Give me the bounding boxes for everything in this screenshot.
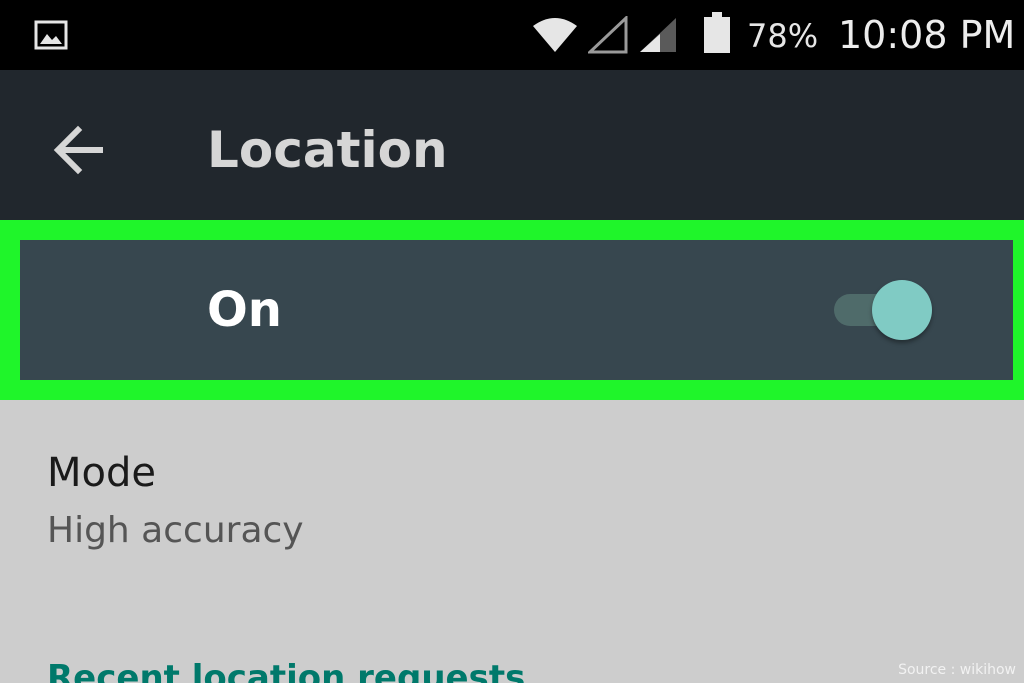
app-bar: Location (0, 70, 1024, 220)
battery-icon (704, 12, 730, 53)
watermark: Source : wikihow (898, 662, 1016, 678)
battery-percent: 78% (747, 17, 819, 55)
arrow-left-icon (53, 125, 103, 175)
location-toggle-switch[interactable] (832, 280, 936, 340)
cell-signal-icon (640, 18, 676, 52)
gallery-icon (34, 20, 68, 50)
screen: 78% 10:08 PM Location On Mode High accur… (0, 0, 1024, 683)
toggle-thumb (872, 280, 932, 340)
settings-list: Mode High accuracy Recent location reque… (0, 400, 1024, 683)
cell-signal-icon (588, 16, 628, 54)
wifi-icon (533, 18, 577, 52)
switch-label: On (207, 282, 282, 338)
status-bar: 78% 10:08 PM (0, 0, 1024, 70)
location-master-switch-row[interactable]: On (20, 240, 1013, 380)
mode-setting-item[interactable]: Mode High accuracy (0, 430, 1024, 570)
recent-requests-header: Recent location requests (47, 658, 526, 683)
mode-title: Mode (47, 450, 156, 496)
page-title: Location (207, 121, 448, 179)
mode-value: High accuracy (47, 510, 304, 551)
status-clock: 10:08 PM (838, 13, 1016, 57)
back-button[interactable] (40, 110, 120, 190)
